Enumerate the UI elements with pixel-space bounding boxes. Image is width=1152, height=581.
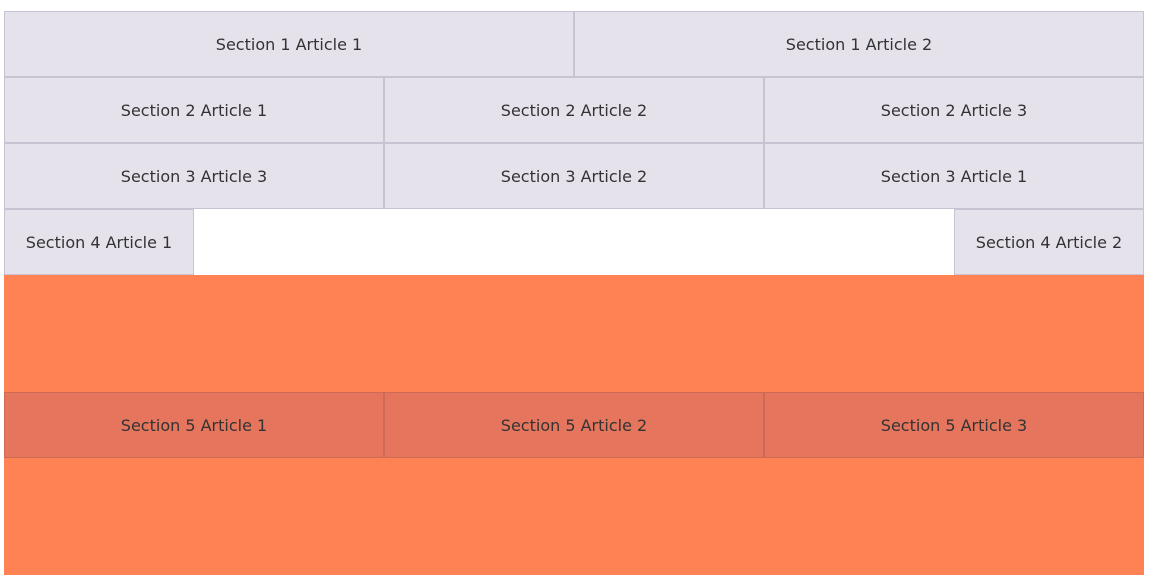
section-3: Section 3 Article 3 Section 3 Article 2 … <box>4 143 1144 209</box>
section-4-article-2: Section 4 Article 2 <box>954 209 1144 275</box>
section-5-article-1: Section 5 Article 1 <box>4 392 384 458</box>
section-2-article-3: Section 2 Article 3 <box>764 77 1144 143</box>
section-5-article-2: Section 5 Article 2 <box>384 392 764 458</box>
section-5-article-3: Section 5 Article 3 <box>764 392 1144 458</box>
section-5: Section 5 Article 1 Section 5 Article 2 … <box>4 392 1144 458</box>
section-1: Section 1 Article 1 Section 1 Article 2 <box>4 11 1144 77</box>
section-3-article-1: Section 3 Article 1 <box>764 143 1144 209</box>
section-5-container: Section 5 Article 1 Section 5 Article 2 … <box>4 275 1144 575</box>
section-3-article-2: Section 3 Article 2 <box>384 143 764 209</box>
section-2: Section 2 Article 1 Section 2 Article 2 … <box>4 77 1144 143</box>
section-2-article-2: Section 2 Article 2 <box>384 77 764 143</box>
section-4: Section 4 Article 1 Section 4 Article 2 <box>4 209 1144 275</box>
section-1-article-1: Section 1 Article 1 <box>4 11 574 77</box>
section-3-article-3: Section 3 Article 3 <box>4 143 384 209</box>
section-2-article-1: Section 2 Article 1 <box>4 77 384 143</box>
page: Section 1 Article 1 Section 1 Article 2 … <box>4 11 1144 575</box>
section-4-article-1: Section 4 Article 1 <box>4 209 194 275</box>
section-1-article-2: Section 1 Article 2 <box>574 11 1144 77</box>
